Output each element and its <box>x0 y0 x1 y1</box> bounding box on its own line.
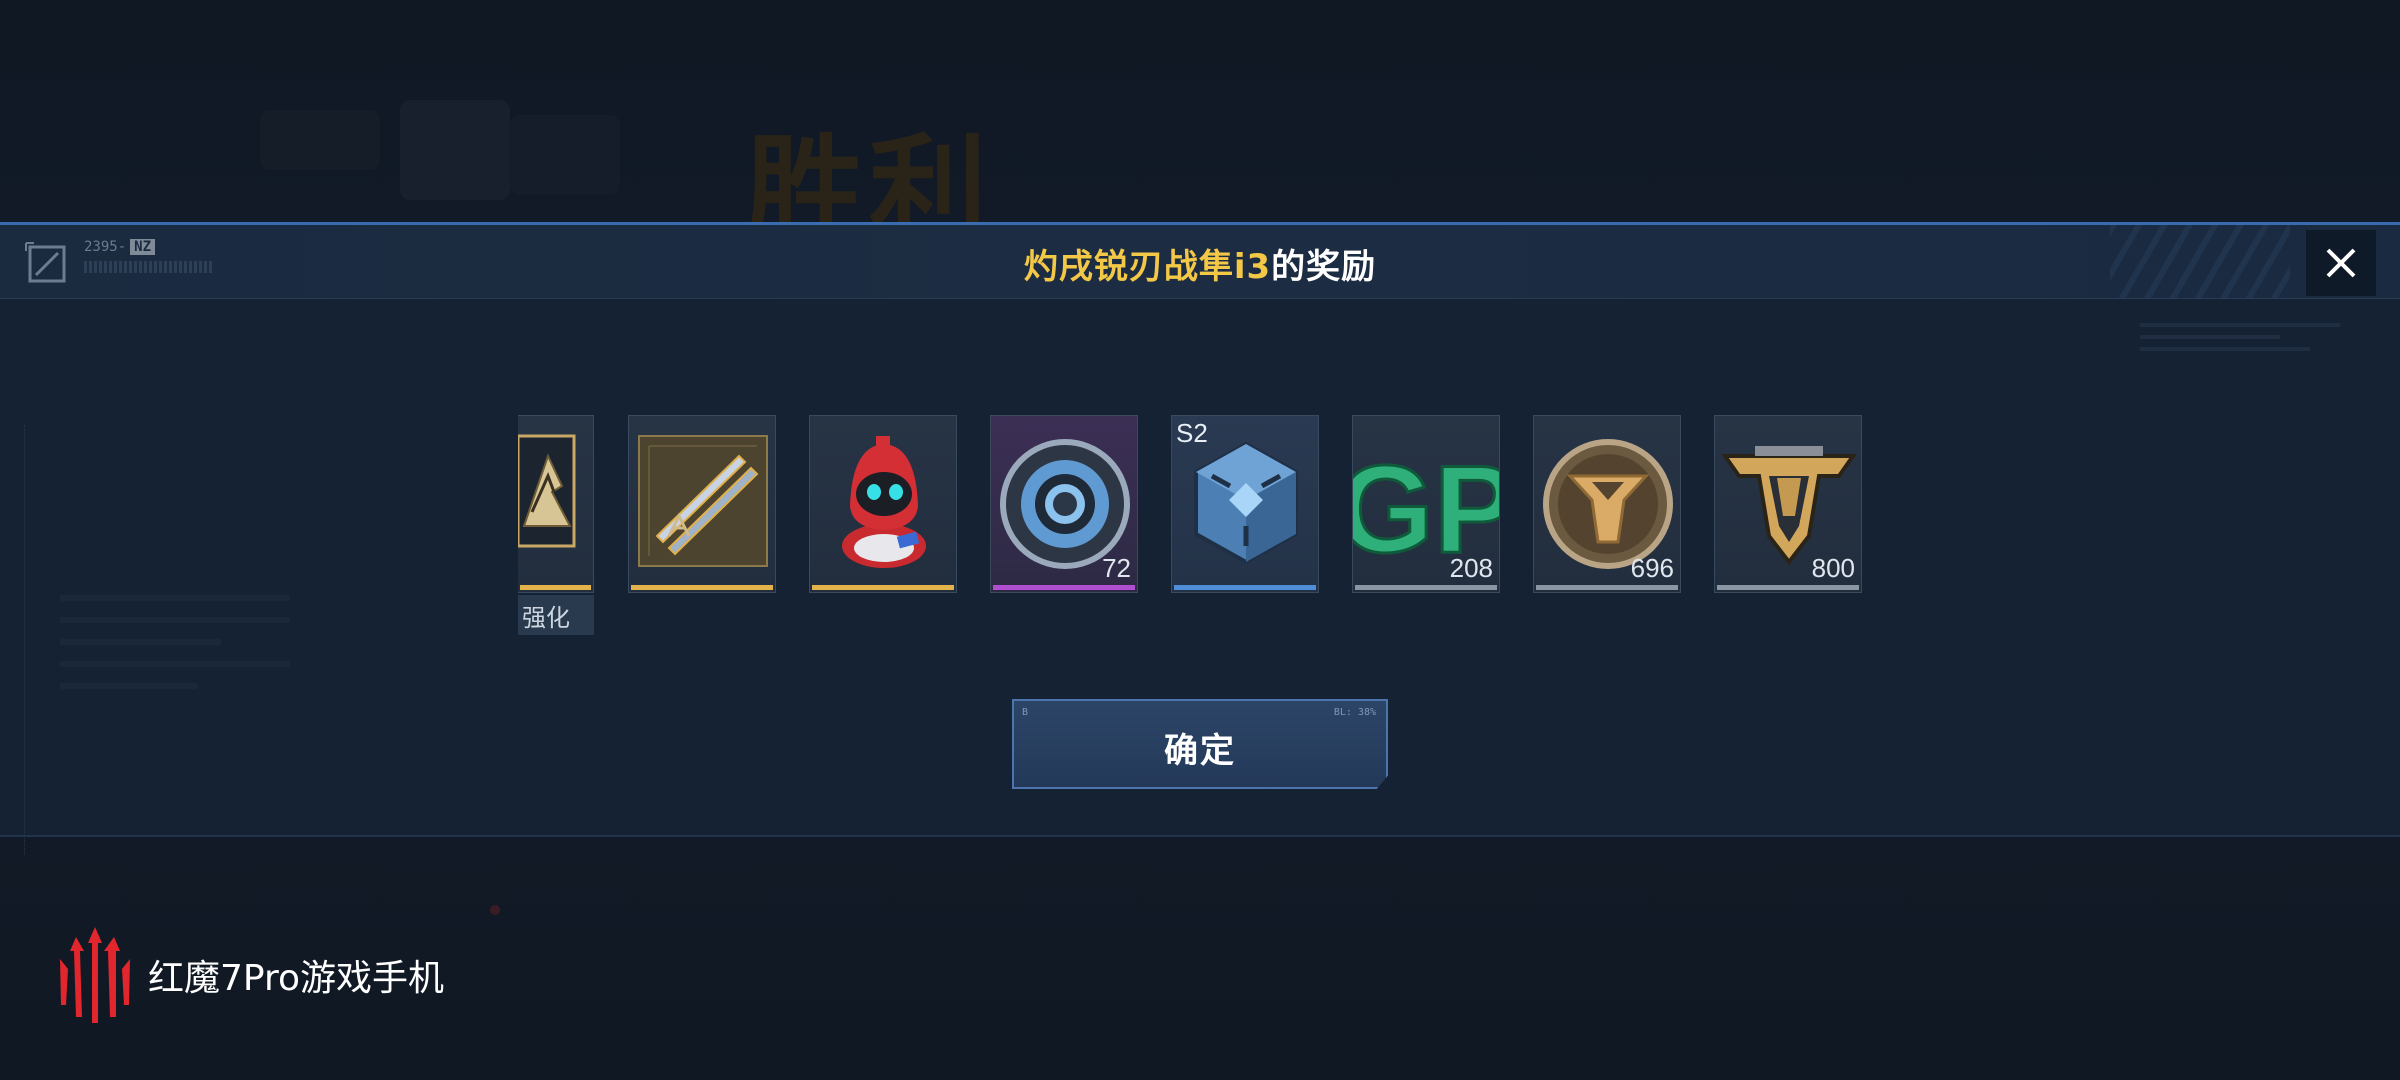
reward-item[interactable] <box>518 415 594 593</box>
confirm-label: 确定 <box>1164 731 1236 771</box>
confirm-button[interactable]: B BL: 38% 确定 <box>1012 699 1388 789</box>
confirm-corner-text: B <box>1022 707 1029 718</box>
reward-count: 696 <box>1630 553 1674 583</box>
confirm-corner-text: BL: 38% <box>1333 707 1376 718</box>
reward-item[interactable]: 696 <box>1533 415 1681 593</box>
reward-item[interactable] <box>809 415 957 593</box>
reward-count: 72 <box>1102 553 1131 583</box>
background-dot <box>490 905 500 915</box>
reward-label: 强化 <box>518 595 594 635</box>
rarity-bar <box>1174 585 1316 590</box>
rarity-bar <box>520 585 591 590</box>
side-text-lines <box>60 595 290 705</box>
rarity-bar <box>993 585 1135 590</box>
rarity-bar <box>631 585 773 590</box>
reward-item[interactable] <box>628 415 776 593</box>
brand-text: 红魔7Pro游戏手机 <box>148 958 445 999</box>
reward-item[interactable]: 72 <box>990 415 1138 593</box>
reward-dialog: 2395- NZ 灼戌锐刃战隼i3的奖励 强化 72 S2 208 696 80… <box>0 222 2400 855</box>
reward-item[interactable]: S2 <box>1171 415 1319 593</box>
rarity-bar <box>1355 585 1497 590</box>
reward-item[interactable]: GP 208 <box>1352 415 1500 593</box>
rarity-bar <box>812 585 954 590</box>
pyramid-arrow-icon <box>518 434 576 548</box>
red-robot-icon <box>842 436 926 568</box>
background-blur <box>260 110 380 170</box>
reward-list: 强化 72 S2 208 696 800 <box>518 415 1878 645</box>
close-icon <box>2326 248 2356 278</box>
rarity-bar <box>1536 585 1678 590</box>
dialog-header: 2395- NZ 灼戌锐刃战隼i3的奖励 <box>0 225 2400 299</box>
red-magic-logo-icon <box>60 927 130 1023</box>
rarity-bar <box>1717 585 1859 590</box>
title-suffix: 的奖励 <box>1271 247 1377 287</box>
reward-item[interactable]: 800 <box>1714 415 1862 593</box>
brand-watermark: 红魔7Pro游戏手机 <box>58 925 444 1025</box>
background-blur <box>510 115 620 195</box>
dialog-title: 灼戌锐刃战隼i3的奖励 <box>0 239 2400 288</box>
reward-count: 800 <box>1811 553 1855 583</box>
close-button[interactable] <box>2306 230 2376 296</box>
side-decoration <box>24 425 31 855</box>
background-blur <box>400 100 510 200</box>
twin-blades-icon <box>638 435 768 567</box>
side-decoration-right <box>2140 323 2340 363</box>
game-screen: 胜利 2395- NZ 灼戌锐刃战隼i3的奖励 强化 72 S2 208 696… <box>0 0 2400 1080</box>
reward-count: 208 <box>1449 553 1493 583</box>
title-item-name: 灼戌锐刃战隼i3 <box>1023 247 1272 287</box>
season-badge: S2 <box>1176 418 1208 448</box>
